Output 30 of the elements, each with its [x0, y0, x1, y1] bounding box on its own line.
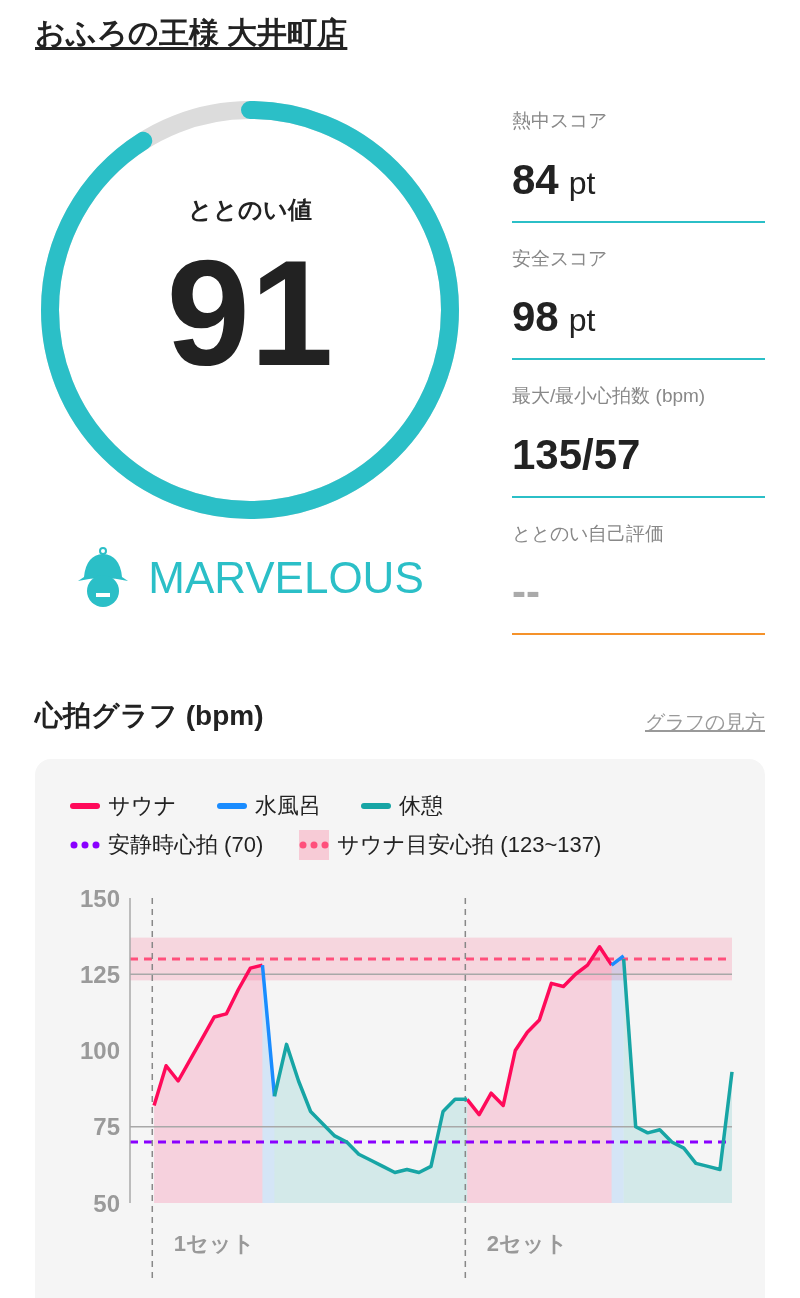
legend-band-icon — [299, 829, 330, 860]
help-link[interactable]: グラフの見方 — [645, 707, 765, 737]
legend-label: 休憩 — [399, 792, 443, 820]
stat-value: 84 — [512, 154, 559, 205]
stat-label: 安全スコア — [512, 246, 608, 271]
stat-label: 熱中スコア — [512, 109, 608, 133]
set-label: 1セット — [173, 1231, 255, 1256]
axis-label: 50 — [93, 1189, 120, 1217]
legend-label: 安静時心拍 (70) — [108, 831, 264, 859]
stat-value: 98 — [512, 292, 559, 342]
section-title: 心拍グラフ (bpm) — [35, 699, 264, 733]
stat-label: ととのい自己評価 — [512, 521, 665, 546]
stat-label: 最大/最小心拍数 (bpm) — [512, 384, 707, 408]
legend-label: サウナ目安心拍 (123~137) — [337, 831, 602, 859]
set-label: 2セット — [486, 1231, 568, 1256]
rating-text: MARVELOUS — [148, 552, 424, 604]
legend-label: 水風呂 — [255, 792, 321, 820]
stat-value: -- — [512, 567, 540, 617]
stat-unit: pt — [568, 301, 596, 340]
legend-dots-icon — [70, 840, 100, 849]
stat-value: 135/57 — [512, 429, 641, 480]
score-value: 91 — [166, 238, 334, 388]
legend-label: サウナ — [108, 792, 177, 820]
stat-unit: pt — [568, 163, 596, 203]
axis-label: 125 — [79, 960, 120, 988]
axis-label: 75 — [93, 1113, 120, 1141]
page-title: おふろの王様 大井町店 — [35, 16, 348, 49]
axis-label: 100 — [79, 1037, 120, 1064]
axis-label: 150 — [79, 884, 120, 912]
score-label: ととのい値 — [188, 195, 312, 225]
